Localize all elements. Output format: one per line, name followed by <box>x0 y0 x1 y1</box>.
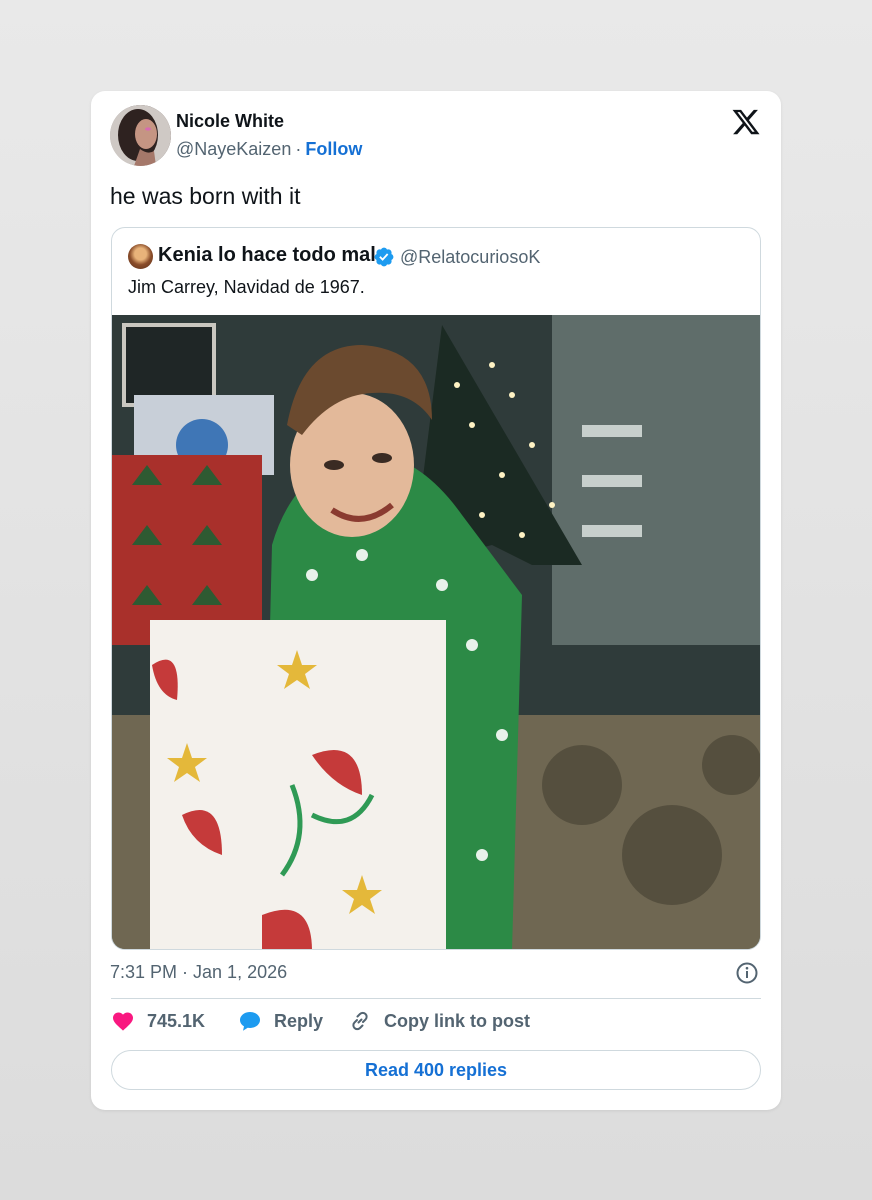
like-button[interactable]: 745.1K <box>111 1009 205 1033</box>
quoted-tweet[interactable]: Kenia lo hace todo mal @RelatocuriosoK J… <box>111 227 761 950</box>
tweet-card: Nicole White @NayeKaizen · Follow he was b… <box>91 91 781 1110</box>
quoted-photo[interactable] <box>112 315 761 950</box>
x-logo-icon[interactable] <box>731 107 761 137</box>
speech-bubble-icon <box>240 1012 260 1031</box>
follow-button[interactable]: Follow <box>305 139 362 159</box>
quoted-author-avatar[interactable] <box>128 244 153 269</box>
copy-link-label: Copy link to post <box>384 1010 530 1031</box>
verified-badge-icon <box>374 247 394 267</box>
read-replies-button[interactable]: Read 400 replies <box>111 1050 761 1090</box>
reply-button[interactable]: Reply <box>238 1009 323 1033</box>
divider <box>111 998 761 999</box>
heart-icon <box>113 1012 133 1031</box>
quoted-author-handle[interactable]: @RelatocuriosoK <box>400 247 540 268</box>
author-avatar[interactable] <box>110 105 171 166</box>
tweet-timestamp[interactable]: 7:31 PM · Jan 1, 2026 <box>110 962 287 983</box>
copy-link-button[interactable]: Copy link to post <box>348 1009 530 1033</box>
like-count: 745.1K <box>147 1010 206 1031</box>
author-meta: @NayeKaizen · Follow <box>176 139 362 160</box>
author-handle[interactable]: @NayeKaizen <box>176 139 291 159</box>
quoted-tweet-text: Jim Carrey, Navidad de 1967. <box>128 277 365 297</box>
reply-label: Reply <box>274 1010 324 1031</box>
author-name[interactable]: Nicole White <box>176 111 284 132</box>
tweet-text: he was born with it <box>110 183 301 209</box>
read-replies-label: Read 400 replies <box>364 1059 508 1080</box>
meta-separator: · <box>295 139 302 159</box>
info-icon[interactable] <box>735 961 759 985</box>
quoted-author-name[interactable]: Kenia lo hace todo mal <box>158 244 376 267</box>
link-icon <box>352 1011 368 1031</box>
